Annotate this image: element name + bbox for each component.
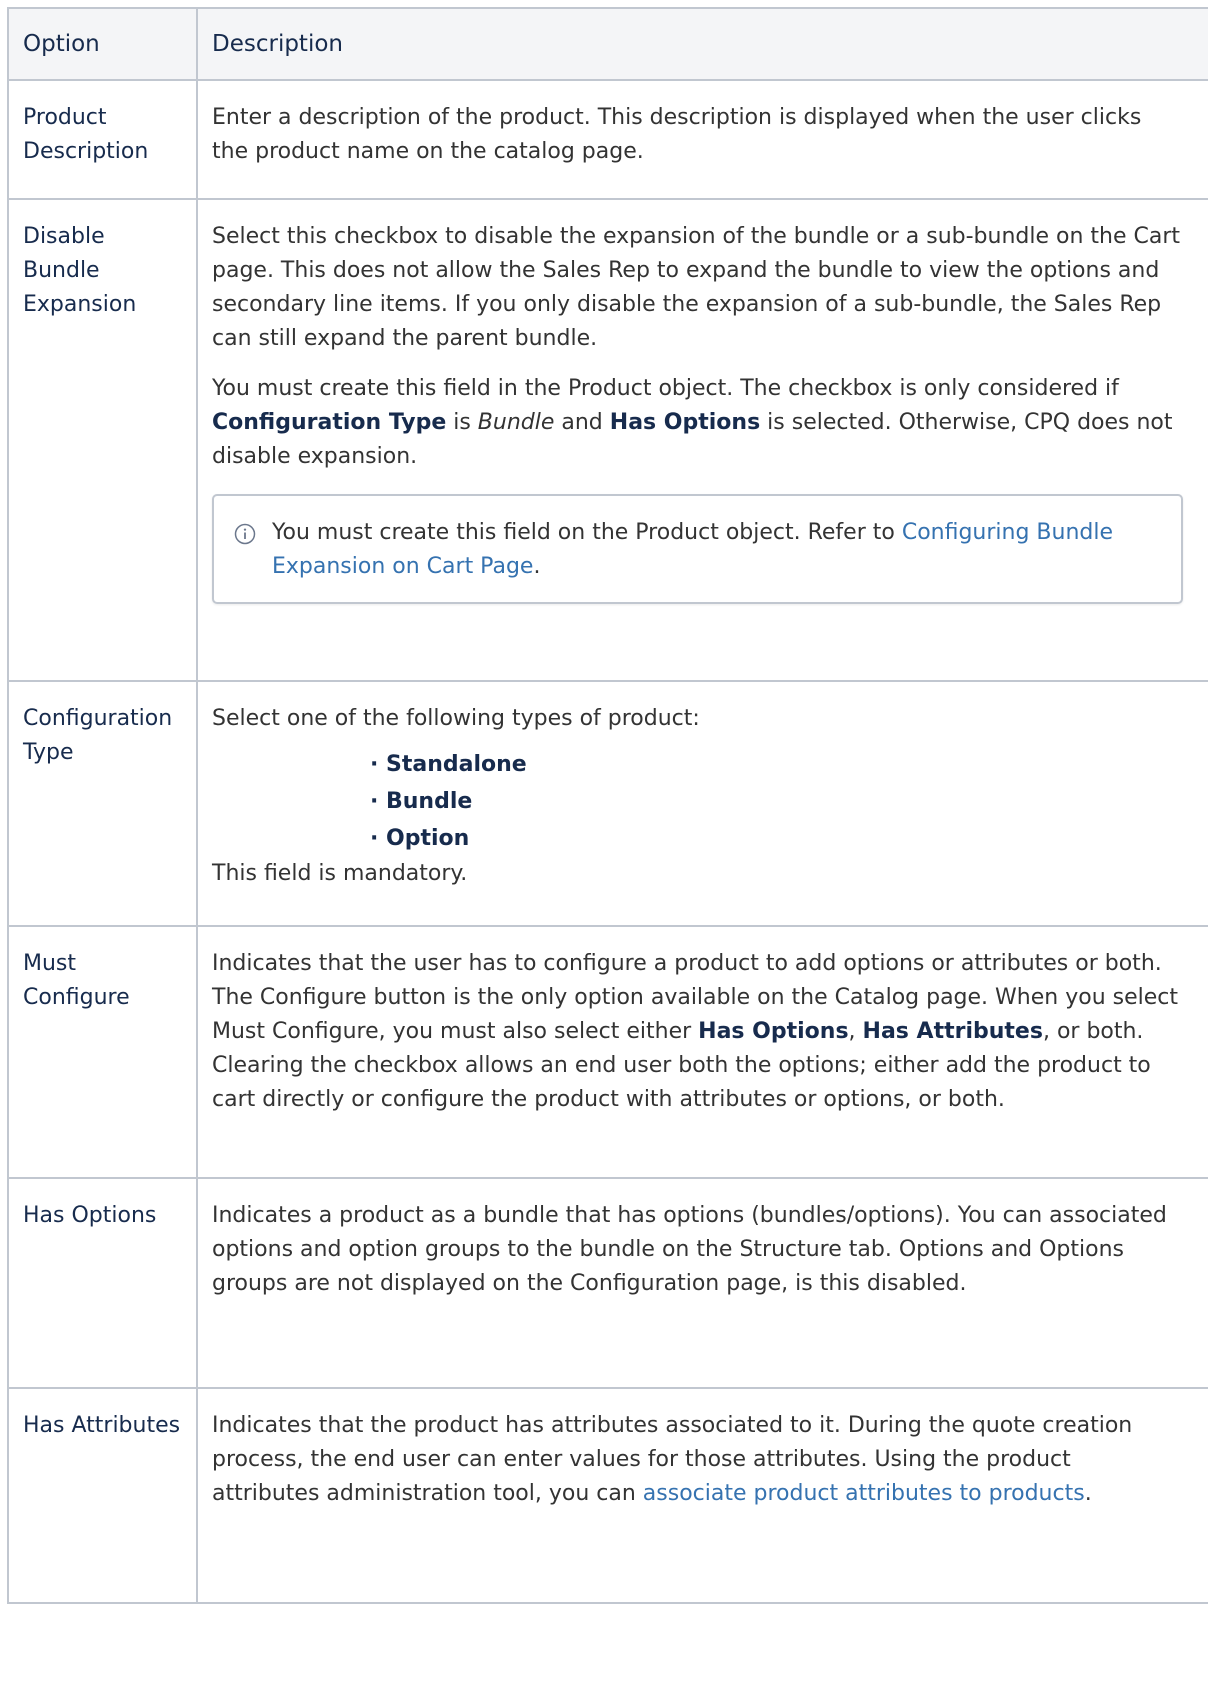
table-row: Has Options Indicates a product as a bun… — [7, 1177, 1208, 1389]
options-table: Option Description Product Description E… — [7, 7, 1208, 1604]
field-name: Has Attributes — [862, 1019, 1043, 1044]
option-description: Select one of the following types of pro… — [196, 680, 1208, 927]
description-text: Indicates that the product has attribute… — [212, 1409, 1183, 1511]
option-description: Indicates a product as a bundle that has… — [196, 1177, 1208, 1389]
text-run: and — [554, 410, 610, 435]
value-name: Bundle — [477, 410, 555, 435]
option-description: Indicates that the product has attribute… — [196, 1387, 1208, 1604]
associate-attributes-link[interactable]: associate product attributes to products — [643, 1481, 1085, 1506]
field-name: Has Options — [609, 410, 761, 435]
description-paragraph: Select this checkbox to disable the expa… — [212, 224, 1180, 351]
option-name: Must Configure — [7, 925, 198, 1179]
table-row: Product Description Enter a description … — [7, 79, 1208, 200]
option-name: Has Options — [7, 1177, 198, 1389]
text-run: , — [848, 1019, 863, 1044]
option-description: Indicates that the user has to configure… — [196, 925, 1208, 1179]
description-text: Select one of the following types of pro… — [212, 706, 700, 731]
table-row: Has Attributes Indicates that the produc… — [7, 1387, 1208, 1604]
info-note: You must create this field on the Produc… — [212, 494, 1183, 604]
description-text: Indicates that the user has to configure… — [212, 947, 1183, 1117]
option-description: Select this checkbox to disable the expa… — [196, 198, 1208, 682]
description-text: This field is mandatory. — [212, 861, 468, 886]
list-item: Standalone — [370, 746, 1183, 783]
text-run: . — [533, 554, 541, 579]
list-item: Option — [370, 820, 1183, 857]
table-row: Disable Bundle Expansion Select this che… — [7, 198, 1208, 682]
table-row: Configuration Type Select one of the fol… — [7, 680, 1208, 927]
option-name: Disable Bundle Expansion — [7, 198, 198, 682]
configuration-type-list: Standalone Bundle Option — [212, 746, 1183, 857]
option-name: Configuration Type — [7, 680, 198, 927]
option-name: Product Description — [7, 79, 198, 200]
note-text: You must create this field on the Produc… — [272, 516, 1157, 584]
text-run: You must create this field on the Produc… — [272, 520, 902, 545]
field-name: Configuration Type — [212, 410, 447, 435]
info-icon — [234, 522, 256, 545]
description-text: Indicates a product as a bundle that has… — [212, 1203, 1167, 1296]
description-paragraph: You must create this field in the Produc… — [212, 372, 1183, 474]
text-run: You must create this field in the Produc… — [212, 376, 1119, 401]
option-name: Has Attributes — [7, 1387, 198, 1604]
header-description: Description — [196, 7, 1208, 81]
option-description: Enter a description of the product. This… — [196, 79, 1208, 200]
text-run: . — [1084, 1481, 1092, 1506]
table-row: Must Configure Indicates that the user h… — [7, 925, 1208, 1179]
table-header-row: Option Description — [7, 7, 1208, 81]
field-name: Has Options — [698, 1019, 849, 1044]
header-option: Option — [7, 7, 198, 81]
text-run: is — [446, 410, 478, 435]
description-text: Enter a description of the product. This… — [212, 105, 1142, 164]
list-item: Bundle — [370, 783, 1183, 820]
